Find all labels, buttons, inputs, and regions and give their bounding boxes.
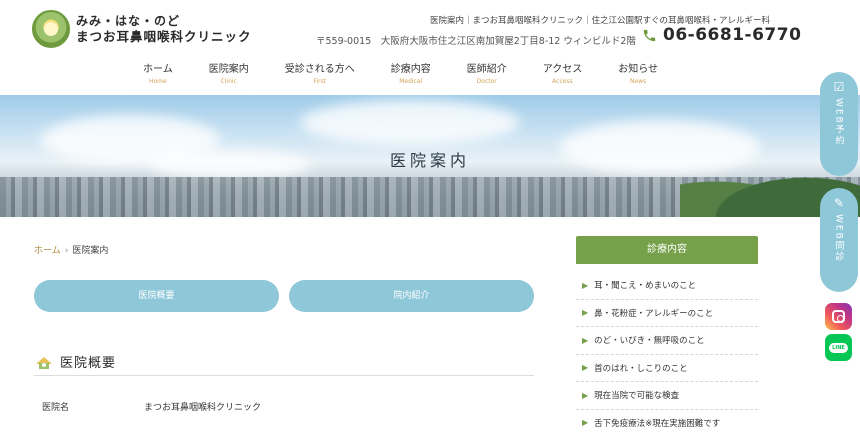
sidebar-item-tests[interactable]: ▶ 現在当院で可能な検査 bbox=[576, 382, 758, 410]
sidebar-item-label: 現在当院で可能な検査 bbox=[594, 391, 680, 402]
arrow-right-icon: ▶ bbox=[582, 335, 589, 345]
nav-item-medical[interactable]: 診療内容 Medical bbox=[391, 60, 431, 85]
arrow-right-icon: ▶ bbox=[582, 390, 589, 400]
arrow-right-icon: ▶ bbox=[582, 308, 589, 318]
clinic-bird-icon bbox=[36, 356, 52, 369]
web-inquiry-label: WEB問診 bbox=[833, 214, 844, 263]
breadcrumb: ホーム › 医院案内 bbox=[34, 243, 108, 256]
nav-item-news[interactable]: お知らせ News bbox=[618, 60, 658, 85]
nav-sublabel: Access bbox=[552, 78, 573, 85]
breadcrumb-home-link[interactable]: ホーム bbox=[34, 246, 61, 256]
arrow-right-icon: ▶ bbox=[582, 363, 589, 373]
sidebar-list: ▶ 耳・聞こえ・めまいのこと ▶ 鼻・花粉症・アレルギーのこと ▶ のど・いびき・無呼… bbox=[576, 272, 758, 434]
global-nav: ホーム Home 医院案内 Clinic 受診される方へ First 診療内容 Medi… bbox=[143, 60, 658, 85]
logo-emblem-icon bbox=[32, 10, 70, 48]
nav-label: ホーム bbox=[143, 64, 173, 75]
sidebar-item-label: のど・いびき・無呼吸のこと bbox=[594, 336, 705, 347]
sidebar-item-label: 耳・聞こえ・めまいのこと bbox=[594, 281, 697, 292]
pencil-icon: ✎ bbox=[833, 196, 845, 210]
phone-number: 06-6681-6770 bbox=[663, 25, 802, 45]
nav-item-clinic[interactable]: 医院案内 Clinic bbox=[209, 60, 249, 85]
page-title: 医院案内 bbox=[389, 151, 470, 170]
sidebar-item-label: 鼻・花粉症・アレルギーのこと bbox=[594, 308, 714, 319]
nav-sublabel: Doctor bbox=[476, 78, 497, 85]
web-inquiry-button[interactable]: ✎ WEB問診 bbox=[820, 188, 858, 292]
info-label: 医院名 bbox=[42, 403, 70, 413]
nav-item-home[interactable]: ホーム Home bbox=[143, 60, 173, 85]
sidebar-medical: 診療内容 ▶ 耳・聞こえ・めまいのこと ▶ 鼻・花粉症・アレルギーのこと ▶ のど・い… bbox=[576, 236, 758, 434]
phone-link[interactable]: 06-6681-6770 bbox=[642, 25, 801, 45]
web-reservation-button[interactable]: ☑ WEB予約 bbox=[820, 72, 858, 176]
site-header: みみ・はな・のど まつお耳鼻咽喉科クリニック 医院案内｜まつお耳鼻咽喉科クリニッ… bbox=[0, 0, 860, 95]
nav-sublabel: News bbox=[630, 78, 647, 85]
sidebar-item-neck[interactable]: ▶ 首のはれ・しこりのこと bbox=[576, 355, 758, 382]
section-title: 医院概要 bbox=[60, 356, 117, 371]
nav-label: お知らせ bbox=[618, 64, 659, 75]
nav-label: 受診される方へ bbox=[284, 64, 355, 75]
nav-sublabel: Medical bbox=[399, 78, 423, 85]
breadcrumb-current: 医院案内 bbox=[72, 246, 109, 256]
nav-label: 診療内容 bbox=[390, 64, 431, 75]
tab-clinic-interior[interactable]: 院内紹介 bbox=[289, 280, 534, 312]
nav-sublabel: Home bbox=[148, 78, 167, 85]
sidebar-item-ear[interactable]: ▶ 耳・聞こえ・めまいのこと bbox=[576, 272, 758, 300]
line-icon[interactable]: LINE bbox=[825, 334, 852, 361]
sidebar-item-immunotherapy[interactable]: ▶ 舌下免疫療法※現在実施困難です bbox=[576, 410, 758, 434]
sidebar-item-throat[interactable]: ▶ のど・いびき・無呼吸のこと bbox=[576, 327, 758, 355]
nav-sublabel: Clinic bbox=[220, 78, 237, 85]
sidebar-heading: 診療内容 bbox=[576, 236, 758, 264]
nav-label: 医院案内 bbox=[208, 64, 249, 75]
arrow-right-icon: ▶ bbox=[582, 418, 589, 428]
arrow-right-icon: ▶ bbox=[582, 280, 589, 290]
header-address: 〒559-0015 大阪府大阪市住之江区南加賀屋2丁目8-12 ウィンビルド2階 bbox=[316, 36, 636, 47]
nav-item-doctor[interactable]: 医師紹介 Doctor bbox=[467, 60, 507, 85]
calendar-check-icon: ☑ bbox=[833, 80, 845, 94]
sidebar-item-label: 首のはれ・しこりのこと bbox=[594, 363, 688, 374]
logo-title: まつお耳鼻咽喉科クリニック bbox=[76, 28, 252, 44]
sidebar-item-label: 舌下免疫療法※現在実施困難です bbox=[594, 418, 721, 429]
logo-subtitle: みみ・はな・のど bbox=[76, 14, 181, 29]
nav-label: アクセス bbox=[542, 64, 583, 75]
section-heading: 医院概要 bbox=[34, 348, 534, 376]
info-value: まつお耳鼻咽喉科クリニック bbox=[144, 403, 262, 413]
clinic-logo[interactable]: みみ・はな・のど まつお耳鼻咽喉科クリニック bbox=[32, 10, 252, 48]
nav-sublabel: First bbox=[313, 78, 327, 85]
nav-label: 医師紹介 bbox=[466, 64, 507, 75]
nav-item-first[interactable]: 受診される方へ First bbox=[285, 60, 355, 85]
nav-item-access[interactable]: アクセス Access bbox=[543, 60, 583, 85]
web-reservation-label: WEB予約 bbox=[833, 98, 844, 147]
tab-clinic-overview[interactable]: 医院概要 bbox=[34, 280, 279, 312]
breadcrumb-separator: › bbox=[64, 246, 69, 256]
phone-icon bbox=[643, 29, 656, 41]
info-row: 医院名 まつお耳鼻咽喉科クリニック bbox=[42, 400, 532, 413]
hero-banner: 医院案内 bbox=[0, 95, 860, 217]
sidebar-item-nose[interactable]: ▶ 鼻・花粉症・アレルギーのこと bbox=[576, 300, 758, 327]
instagram-icon[interactable] bbox=[825, 303, 852, 330]
line-label: LINE bbox=[829, 342, 848, 353]
